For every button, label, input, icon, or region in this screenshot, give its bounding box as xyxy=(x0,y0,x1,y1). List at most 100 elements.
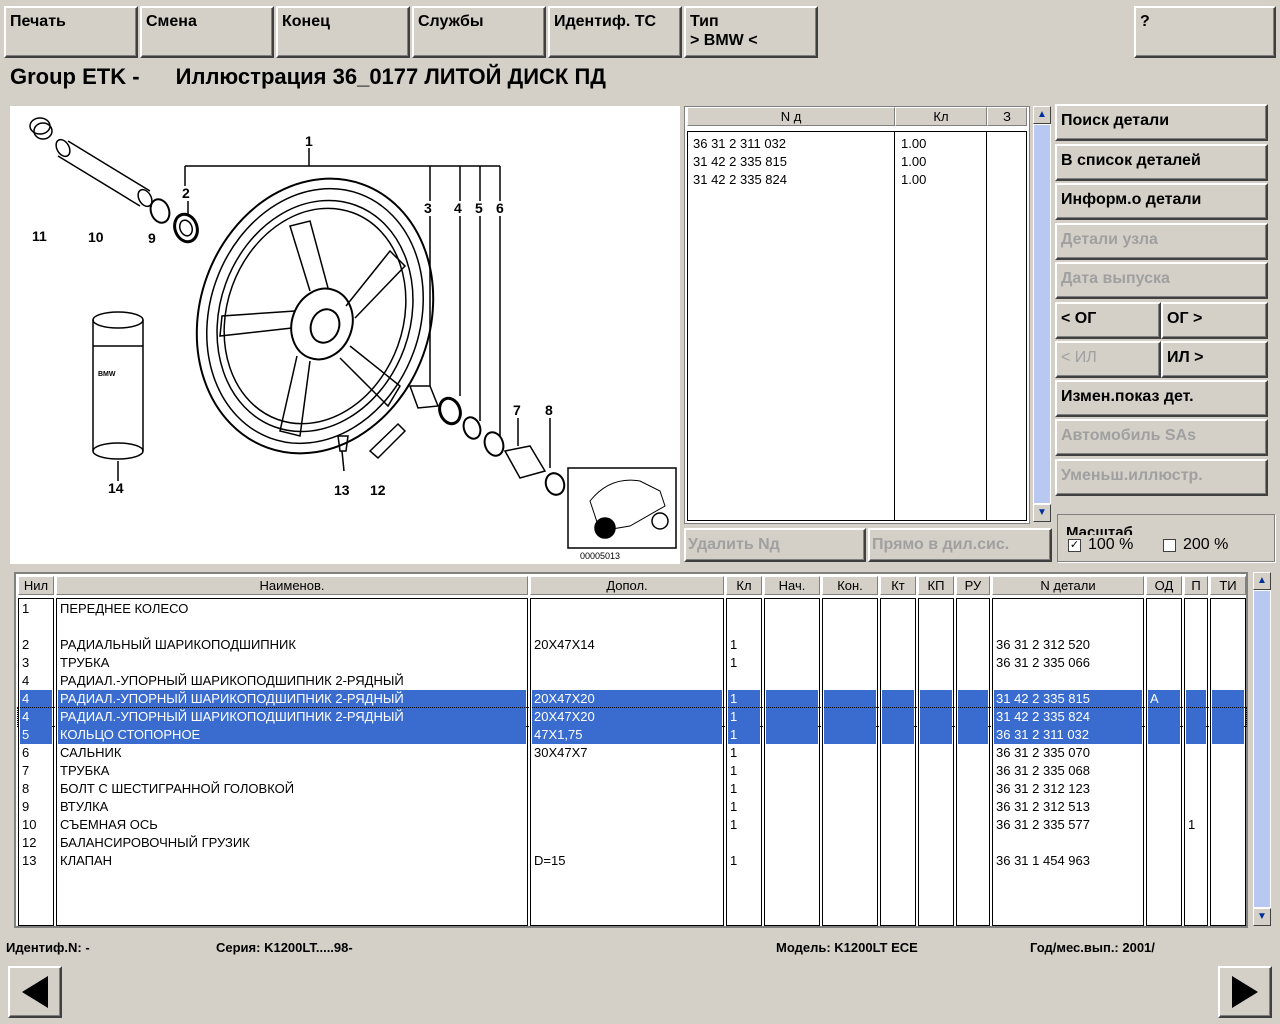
parts-header-kl[interactable]: Кл xyxy=(895,107,987,126)
table-row[interactable]: 6 САЛЬНИК 30X47X7 1 36 31 2 335 070 xyxy=(18,744,1246,762)
table-scroll-up-icon[interactable]: ▲ xyxy=(1253,572,1271,590)
table-cell-od xyxy=(1148,600,1180,618)
part-info-button[interactable]: Информ.о детали xyxy=(1055,183,1268,220)
table-cell-ru xyxy=(958,744,988,762)
scale-100-checkbox[interactable]: ✓ xyxy=(1068,539,1081,552)
ident-vehicle-button[interactable]: Идентиф. ТС xyxy=(548,6,682,58)
help-button[interactable]: ? xyxy=(1134,6,1276,58)
parts-table[interactable]: Нил Наименов. Допол. Кл Нач. Кон. Кт КП РУ N дета… xyxy=(14,572,1248,928)
scroll-thumb[interactable] xyxy=(1033,124,1051,504)
scroll-up-icon[interactable]: ▲ xyxy=(1033,106,1051,124)
table-cell-part-no: 36 31 2 335 066 xyxy=(996,655,1090,670)
parts-list-cell: 31 42 2 335 824 xyxy=(693,172,787,187)
illustration-panel[interactable]: 1 2 3 4 5 6 7 8 9 10 11 12 13 14 BMW 000… xyxy=(10,106,680,564)
table-row[interactable]: 4 РАДИАЛ.-УПОРНЫЙ ШАРИКОПОДШИПНИК 2-РЯДНЫ… xyxy=(18,672,1246,690)
type-button[interactable]: Тип > BMW < xyxy=(684,6,818,58)
table-cell-p xyxy=(1186,798,1206,816)
table-cell-start xyxy=(766,816,818,834)
table-cell-ru xyxy=(958,762,988,780)
table-header-name[interactable]: Наименов. xyxy=(56,576,528,595)
table-header-p[interactable]: П xyxy=(1184,576,1208,595)
table-row[interactable]: 8 БОЛТ С ШЕСТИГРАННОЙ ГОЛОВКОЙ 1 36 31 2 31… xyxy=(18,780,1246,798)
table-cell-kp xyxy=(920,852,952,870)
vehicle-sas-button[interactable]: Автомобиль SAs xyxy=(1055,419,1268,456)
table-header-part-no[interactable]: N детали xyxy=(992,576,1144,595)
table-row[interactable]: 10 СЪЕМНАЯ ОСЬ 1 36 31 2 335 577 1 xyxy=(18,816,1246,834)
table-cell-od xyxy=(1148,762,1180,780)
table-row[interactable]: 5 КОЛЬЦО СТОПОРНОЕ 47X1,75 1 36 31 2 311 032 xyxy=(18,726,1246,744)
table-scroll-down-icon[interactable]: ▼ xyxy=(1253,908,1271,926)
table-cell-kt xyxy=(882,690,914,708)
parts-list-cell: 31 42 2 335 815 xyxy=(693,154,787,169)
table-header-kp[interactable]: КП xyxy=(918,576,954,595)
table-row[interactable]: 4 РАДИАЛ.-УПОРНЫЙ ШАРИКОПОДШИПНИК 2-РЯДНЫ… xyxy=(17,707,1247,727)
svg-text:8: 8 xyxy=(545,402,553,418)
table-scrollbar[interactable]: ▲ ▼ xyxy=(1252,572,1272,928)
parts-col-kl xyxy=(895,131,987,521)
print-button[interactable]: Печать xyxy=(4,6,138,58)
table-header-extra[interactable]: Допол. xyxy=(530,576,724,595)
search-part-button[interactable]: Поиск детали xyxy=(1055,104,1268,141)
scale-200-checkbox[interactable] xyxy=(1163,539,1176,552)
table-cell-p xyxy=(1186,600,1206,618)
il-prev-button[interactable]: < ИЛ xyxy=(1055,341,1161,378)
table-cell-name: БОЛТ С ШЕСТИГРАННОЙ ГОЛОВКОЙ xyxy=(60,781,295,796)
table-cell-kl: 1 xyxy=(728,708,760,726)
to-parts-list-button[interactable]: В список деталей xyxy=(1055,144,1268,181)
release-date-button[interactable]: Дата выпуска xyxy=(1055,262,1268,299)
table-cell-nil: 10 xyxy=(22,817,37,832)
table-row[interactable]: 3 ТРУБКА 1 36 31 2 335 066 xyxy=(18,654,1246,672)
table-cell-part-no xyxy=(994,672,1142,690)
change-display-button[interactable]: Измен.показ дет. xyxy=(1055,380,1268,417)
prev-arrow-button[interactable] xyxy=(8,966,62,1018)
table-cell-name: РАДИАЛЬНЫЙ ШАРИКОПОДШИПНИК xyxy=(60,637,296,652)
table-cell-ru xyxy=(958,726,988,744)
table-header-kt[interactable]: Кт xyxy=(880,576,916,595)
direct-dealer-button[interactable]: Прямо в дил.сис. xyxy=(868,528,1052,562)
table-cell-extra: 47X1,75 xyxy=(532,726,722,744)
table-header-ru[interactable]: РУ xyxy=(956,576,990,595)
scroll-down-icon[interactable]: ▼ xyxy=(1033,504,1051,522)
table-header-nil[interactable]: Нил xyxy=(18,576,54,595)
parts-header-z[interactable]: З xyxy=(987,107,1027,126)
og-next-button[interactable]: ОГ > xyxy=(1161,302,1268,339)
table-cell-kp xyxy=(920,762,952,780)
change-button[interactable]: Смена xyxy=(140,6,274,58)
delete-nd-button[interactable]: Удалить Nд xyxy=(684,528,866,562)
table-cell-nil: 2 xyxy=(22,637,30,652)
table-row[interactable]: 13 КЛАПАН D=15 1 36 31 1 454 963 xyxy=(18,852,1246,870)
table-cell-extra xyxy=(532,618,722,636)
table-scroll-thumb[interactable] xyxy=(1253,590,1271,908)
table-row[interactable] xyxy=(18,618,1246,636)
parts-list[interactable]: N д Кл З 36 31 2 311 032 1.00 31 42 2 335 … xyxy=(684,106,1030,524)
table-row[interactable]: 7 ТРУБКА 1 36 31 2 335 068 xyxy=(18,762,1246,780)
status-model: Модель: K1200LT ECE xyxy=(776,940,918,955)
next-arrow-button[interactable] xyxy=(1218,966,1272,1018)
table-header-end[interactable]: Кон. xyxy=(822,576,878,595)
shrink-illustration-button[interactable]: Уменьш.иллюстр. xyxy=(1055,459,1268,496)
og-prev-button[interactable]: < ОГ xyxy=(1055,302,1161,339)
table-row[interactable]: 1 ПЕРЕДНЕЕ КОЛЕСО xyxy=(18,600,1246,618)
table-header-od[interactable]: ОД xyxy=(1146,576,1182,595)
table-header-kl[interactable]: Кл xyxy=(726,576,762,595)
table-cell-kl: 1 xyxy=(730,763,738,778)
assembly-parts-button[interactable]: Детали узла xyxy=(1055,223,1268,260)
parts-header-nd[interactable]: N д xyxy=(687,107,895,126)
table-header-ti[interactable]: ТИ xyxy=(1210,576,1246,595)
table-cell-kt xyxy=(882,816,914,834)
table-row[interactable]: 2 РАДИАЛЬНЫЙ ШАРИКОПОДШИПНИК 20X47X14 1 36 3… xyxy=(18,636,1246,654)
table-cell-part-no: 36 31 2 311 032 xyxy=(994,726,1142,744)
table-row[interactable]: 9 ВТУЛКА 1 36 31 2 312 513 xyxy=(18,798,1246,816)
services-button[interactable]: Службы xyxy=(412,6,546,58)
table-row[interactable]: 4 РАДИАЛ.-УПОРНЫЙ ШАРИКОПОДШИПНИК 2-РЯДНЫ… xyxy=(18,690,1246,708)
il-next-button[interactable]: ИЛ > xyxy=(1161,341,1268,378)
table-cell-extra: D=15 xyxy=(534,853,566,868)
table-cell-kp xyxy=(920,834,952,852)
table-cell-ti xyxy=(1212,852,1244,870)
parts-scrollbar[interactable]: ▲ ▼ xyxy=(1032,106,1052,524)
table-cell-nil: 8 xyxy=(22,781,30,796)
table-header-start[interactable]: Нач. xyxy=(764,576,820,595)
table-cell-ru xyxy=(958,708,988,726)
table-row[interactable]: 12 БАЛАНСИРОВОЧНЫЙ ГРУЗИК xyxy=(18,834,1246,852)
end-button[interactable]: Конец xyxy=(276,6,410,58)
